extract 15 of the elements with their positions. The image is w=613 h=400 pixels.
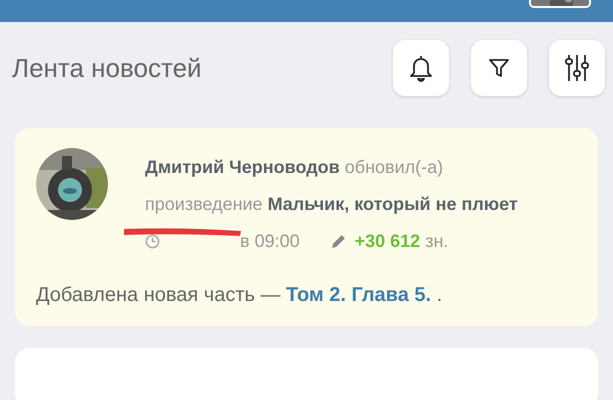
page-title: Лента новостей bbox=[12, 52, 202, 84]
pencil-icon bbox=[330, 233, 347, 250]
filter-icon bbox=[487, 56, 511, 80]
settings-button[interactable] bbox=[549, 40, 605, 96]
chapter-link[interactable]: Том 2. Глава 5. bbox=[286, 284, 432, 306]
bell-icon bbox=[408, 54, 434, 82]
notifications-button[interactable] bbox=[393, 40, 449, 96]
sliders-icon bbox=[564, 53, 590, 83]
activity-summary: Дмитрий Черноводов обновил(-а) произведение Мальчик, который не плюет bbox=[145, 156, 519, 216]
characters-added: +30 612 bbox=[354, 230, 420, 253]
characters-unit: зн. bbox=[425, 230, 448, 253]
timestamp: в 09:00 bbox=[240, 230, 300, 253]
filter-button[interactable] bbox=[471, 40, 527, 96]
clock-icon bbox=[145, 234, 160, 249]
update-message: Добавлена новая часть — Том 2. Глава 5. . bbox=[36, 283, 444, 308]
